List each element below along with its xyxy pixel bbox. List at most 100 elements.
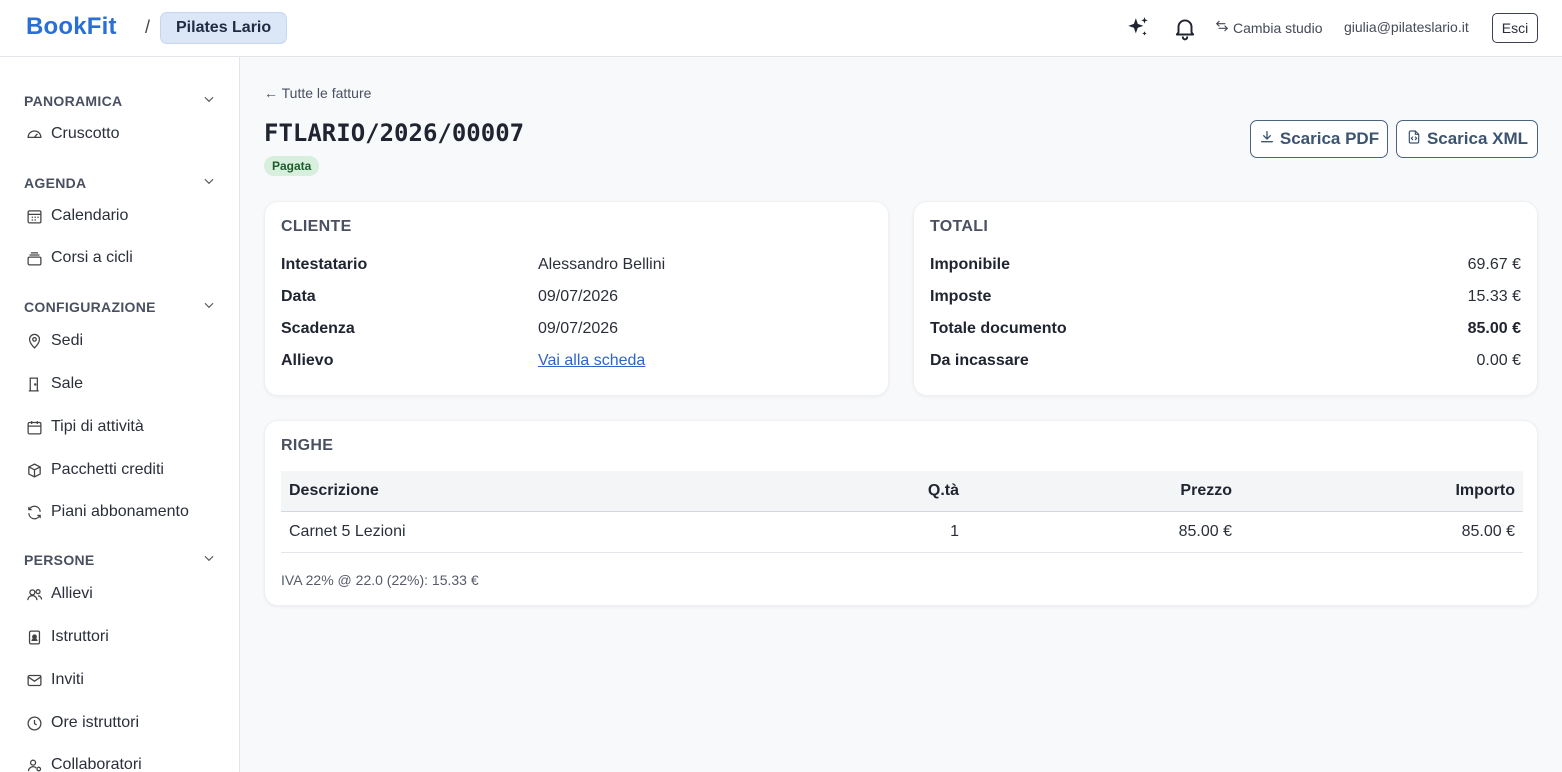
totals-value: 15.33 € xyxy=(1467,288,1521,305)
line-description: Carnet 5 Lezioni xyxy=(289,523,406,540)
sidebar-item-label: Tipi di attività xyxy=(51,418,144,435)
sidebar-item-inviti[interactable]: Inviti xyxy=(26,671,84,689)
client-card-title: CLIENTE xyxy=(281,218,352,235)
invoice-number: FTLARIO/2026/00007 xyxy=(264,119,525,147)
totals-label: Da incassare xyxy=(930,352,1029,369)
totals-card-title: TOTALI xyxy=(930,218,989,235)
top-bar: BookFit / Pilates Lario Cambia studio gi… xyxy=(0,0,1562,57)
swap-icon xyxy=(1215,19,1229,36)
line-quantity: 1 xyxy=(950,523,959,540)
section-title: PANORAMICA xyxy=(24,92,123,109)
sidebar-item-label: Allievi xyxy=(51,585,93,602)
client-label: Scadenza xyxy=(281,320,355,337)
sidebar-section-panoramica[interactable]: PANORAMICA xyxy=(24,92,216,109)
sidebar-item-calendario[interactable]: Calendario xyxy=(26,207,128,225)
switch-studio-button[interactable]: Cambia studio xyxy=(1215,19,1323,36)
table-row: Carnet 5 Lezioni 1 85.00 € 85.00 € xyxy=(281,512,1523,553)
sidebar-item-label: Sedi xyxy=(51,332,84,349)
sidebar-item-label: Inviti xyxy=(51,671,84,688)
mail-icon xyxy=(26,672,43,689)
column-header: Descrizione xyxy=(289,482,379,499)
column-header: Prezzo xyxy=(1180,482,1232,499)
totals-value: 0.00 € xyxy=(1476,352,1521,369)
sidebar-item-label: Ore istruttori xyxy=(51,714,140,731)
chevron-down-icon xyxy=(202,174,216,191)
column-header: Importo xyxy=(1455,482,1515,499)
sidebar-item-label: Piani abbonamento xyxy=(51,503,189,520)
download-pdf-label: Scarica PDF xyxy=(1279,129,1380,148)
download-xml-button[interactable]: Scarica XML xyxy=(1396,120,1538,158)
client-value: Alessandro Bellini xyxy=(538,256,666,273)
student-profile-link[interactable]: Vai alla scheda xyxy=(538,352,645,370)
chevron-down-icon xyxy=(202,92,216,109)
sidebar-section-persone[interactable]: PERSONE xyxy=(24,551,216,568)
sidebar-item-label: Collaboratori xyxy=(51,756,142,772)
totals-card: TOTALI Imponibile 69.67 € Imposte 15.33 … xyxy=(913,201,1538,396)
section-title: PERSONE xyxy=(24,551,95,568)
lines-card-title: RIGHE xyxy=(281,437,334,454)
bell-icon[interactable] xyxy=(1172,15,1198,41)
sidebar-item-tipi-di-attivita[interactable]: Tipi di attività xyxy=(26,418,144,436)
app-logo[interactable]: BookFit xyxy=(26,13,117,41)
sidebar-item-piani-abbonamento[interactable]: Piani abbonamento xyxy=(26,503,189,521)
sidebar-item-label: Sale xyxy=(51,375,84,392)
client-label: Intestatario xyxy=(281,256,368,273)
chevron-down-icon xyxy=(202,298,216,315)
logout-button[interactable]: Esci xyxy=(1492,13,1538,43)
sidebar-section-agenda[interactable]: AGENDA xyxy=(24,174,216,191)
client-value: 09/07/2026 xyxy=(538,320,619,337)
download-icon xyxy=(1259,129,1275,150)
sidebar-item-label: Istruttori xyxy=(51,628,109,645)
line-price: 85.00 € xyxy=(1178,523,1232,540)
badge-icon xyxy=(26,629,43,646)
totals-label: Imponibile xyxy=(930,256,1010,273)
totals-value: 69.67 € xyxy=(1467,256,1521,273)
studio-selector[interactable]: Pilates Lario xyxy=(160,12,288,44)
breadcrumb-separator: / xyxy=(145,17,151,37)
sidebar-item-collaboratori[interactable]: Collaboratori xyxy=(26,756,142,772)
sidebar-item-sedi[interactable]: Sedi xyxy=(26,332,83,350)
client-card: CLIENTE Intestatario Alessandro Bellini … xyxy=(264,201,889,396)
status-badge: Pagata xyxy=(264,156,320,176)
calendar-grid-icon xyxy=(26,208,43,225)
sidebar-section-configurazione[interactable]: CONFIGURAZIONE xyxy=(24,298,216,315)
user-cog-icon xyxy=(26,757,43,772)
calendar-icon xyxy=(26,419,43,436)
line-amount: 85.00 € xyxy=(1461,523,1515,540)
sidebar-item-istruttori[interactable]: Istruttori xyxy=(26,628,109,646)
section-title: AGENDA xyxy=(24,174,87,191)
totals-label: Imposte xyxy=(930,288,992,305)
file-code-icon xyxy=(1406,129,1422,150)
back-to-invoices-link[interactable]: ← Tutte le fatture xyxy=(264,85,371,101)
user-email: giulia@pilateslario.it xyxy=(1344,19,1469,35)
chevron-down-icon xyxy=(202,551,216,568)
sidebar-item-corsi-a-cicli[interactable]: Corsi a cicli xyxy=(26,249,133,267)
column-header: Q.tà xyxy=(927,482,959,499)
map-pin-icon xyxy=(26,333,43,350)
download-pdf-button[interactable]: Scarica PDF xyxy=(1250,120,1388,158)
sidebar-item-ore-istruttori[interactable]: Ore istruttori xyxy=(26,714,139,732)
lines-card: RIGHE Descrizione Q.tà Prezzo Importo Ca… xyxy=(264,420,1538,606)
sidebar-item-sale[interactable]: Sale xyxy=(26,375,83,393)
clock-icon xyxy=(26,715,43,732)
table-header: Descrizione Q.tà Prezzo Importo xyxy=(281,471,1523,512)
totals-label: Totale documento xyxy=(930,320,1067,337)
sidebar-item-label: Cruscotto xyxy=(51,125,120,142)
sidebar-item-label: Pacchetti crediti xyxy=(51,461,164,478)
vat-summary: IVA 22% @ 22.0 (22%): 15.33 € xyxy=(281,572,479,588)
sidebar: PANORAMICA Cruscotto AGENDA Calendario C… xyxy=(0,57,240,772)
sidebar-item-pacchetti-crediti[interactable]: Pacchetti crediti xyxy=(26,461,164,479)
refresh-icon xyxy=(26,504,43,521)
totals-value: 85.00 € xyxy=(1467,320,1521,337)
layers-icon xyxy=(26,250,43,267)
gauge-icon xyxy=(26,126,43,143)
sparkle-icon[interactable] xyxy=(1125,15,1151,41)
client-label: Allievo xyxy=(281,352,334,369)
download-xml-label: Scarica XML xyxy=(1426,129,1529,148)
sidebar-item-allievi[interactable]: Allievi xyxy=(26,585,93,603)
client-label: Data xyxy=(281,288,316,305)
users-icon xyxy=(26,586,43,603)
client-value: 09/07/2026 xyxy=(538,288,619,305)
sidebar-item-cruscotto[interactable]: Cruscotto xyxy=(26,125,119,143)
section-title: CONFIGURAZIONE xyxy=(24,298,156,315)
